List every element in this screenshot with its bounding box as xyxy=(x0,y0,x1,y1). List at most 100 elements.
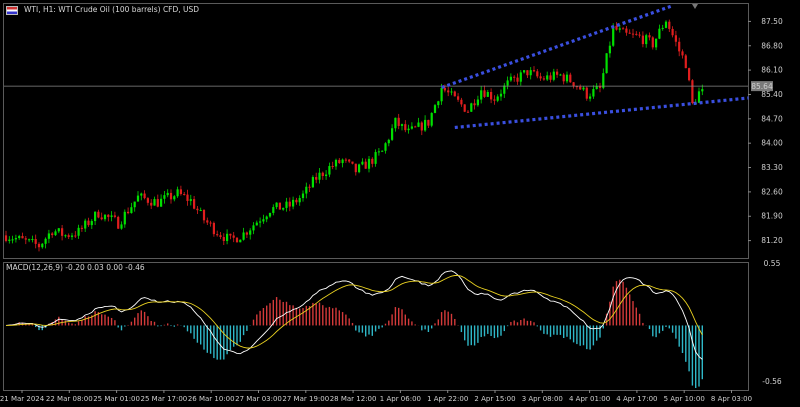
bear-candle xyxy=(404,124,407,131)
bull-candle xyxy=(559,74,562,76)
bear-candle xyxy=(490,92,493,100)
bull-candle xyxy=(424,119,427,131)
bear-candle xyxy=(331,166,334,168)
bull-candle xyxy=(255,222,258,226)
bear-candle xyxy=(196,208,199,211)
bear-candle xyxy=(615,25,618,30)
bear-candle xyxy=(150,202,153,206)
bull-candle xyxy=(552,71,555,80)
bull-candle xyxy=(470,103,473,112)
bull-candle xyxy=(582,87,585,90)
bull-candle xyxy=(384,143,387,151)
time-axis-label: 4 Apr 01:00 xyxy=(569,395,610,403)
bull-candle xyxy=(163,195,166,199)
bear-candle xyxy=(21,236,24,239)
bear-candle xyxy=(113,215,116,217)
bull-candle xyxy=(166,192,169,196)
time-axis-label: 3 Apr 08:00 xyxy=(522,395,563,403)
chart-window[interactable]: 87.50 86.80 86.10 85.40 84.70 84.00 83.30 82.60… xyxy=(0,0,800,407)
bear-candle xyxy=(493,99,496,101)
bull-candle xyxy=(519,72,522,82)
bull-candle xyxy=(239,239,242,243)
bear-candle xyxy=(631,33,635,35)
macd-main-line xyxy=(5,270,703,360)
bear-candle xyxy=(691,80,694,104)
bear-candle xyxy=(288,201,291,207)
bear-candle xyxy=(641,35,644,45)
bear-candle xyxy=(97,211,100,218)
bear-candle xyxy=(351,161,354,164)
bear-candle xyxy=(572,82,575,87)
bear-candle xyxy=(397,117,400,126)
bear-candle xyxy=(414,126,417,128)
bull-candle xyxy=(655,38,658,48)
bull-candle xyxy=(262,219,265,222)
bull-candle xyxy=(268,212,272,217)
bull-candle xyxy=(133,201,136,208)
bull-candle xyxy=(44,238,47,244)
price-axis-label: 84.00 xyxy=(761,139,783,148)
bull-candle xyxy=(374,152,377,164)
bull-candle xyxy=(361,161,364,165)
bull-candle xyxy=(265,216,268,220)
time-axis-label: 25 Mar 17:00 xyxy=(141,395,188,403)
bear-candle xyxy=(183,194,186,196)
bear-candle xyxy=(556,71,559,75)
bull-candle xyxy=(84,220,87,229)
bull-candle xyxy=(160,198,163,207)
bear-candle xyxy=(598,86,602,88)
bear-candle xyxy=(539,76,542,79)
bear-candle xyxy=(232,235,235,238)
bear-candle xyxy=(579,86,582,90)
current-price-label: 85.64 xyxy=(751,82,773,91)
bear-candle xyxy=(74,235,77,237)
bull-candle xyxy=(595,86,598,90)
bear-candle xyxy=(235,237,239,243)
bull-candle xyxy=(47,233,50,239)
price-axis-label: 86.80 xyxy=(761,41,783,50)
time-axis-label: 8 Apr 03:00 xyxy=(711,395,752,403)
bull-candle xyxy=(14,238,17,240)
bear-candle xyxy=(80,227,83,229)
price-pane-frame xyxy=(3,3,749,259)
bear-candle xyxy=(371,158,374,164)
bear-candle xyxy=(674,35,677,42)
bull-candle xyxy=(110,215,113,217)
bear-candle xyxy=(681,51,684,56)
price-axis-label: 84.70 xyxy=(761,114,783,123)
price-axis-label: 82.60 xyxy=(761,187,783,196)
macd-axis-label: 0.55 xyxy=(764,259,781,268)
bull-candle xyxy=(381,150,384,152)
bear-candle xyxy=(625,28,628,33)
bear-candle xyxy=(513,76,516,78)
bear-candle xyxy=(364,161,367,169)
bear-candle xyxy=(278,202,281,210)
bull-candle xyxy=(480,90,483,100)
bull-candle xyxy=(136,195,140,202)
bull-candle xyxy=(292,199,295,207)
bull-candle xyxy=(605,53,608,74)
bear-candle xyxy=(549,75,552,80)
bear-candle xyxy=(179,189,182,195)
bull-candle xyxy=(120,224,123,229)
symbol-flag-icon xyxy=(6,6,18,15)
chart-canvas[interactable]: 87.50 86.80 86.10 85.40 84.70 84.00 83.30 82.60… xyxy=(0,0,800,407)
bear-candle xyxy=(348,159,351,162)
bear-candle xyxy=(526,70,529,76)
bull-candle xyxy=(282,207,285,210)
bull-candle xyxy=(94,211,97,222)
bull-candle xyxy=(546,75,549,80)
bull-candle xyxy=(325,174,328,177)
bull-candle xyxy=(90,221,93,226)
bear-candle xyxy=(206,220,209,223)
bull-candle xyxy=(407,128,410,131)
bear-candle xyxy=(67,235,70,237)
bull-candle xyxy=(103,214,107,220)
bear-candle xyxy=(651,37,654,48)
bear-candle xyxy=(473,103,476,106)
bear-candle xyxy=(516,77,519,82)
bear-candle xyxy=(536,71,539,77)
bull-candle xyxy=(318,172,321,180)
bull-candle xyxy=(506,80,509,86)
bull-candle xyxy=(298,198,301,203)
